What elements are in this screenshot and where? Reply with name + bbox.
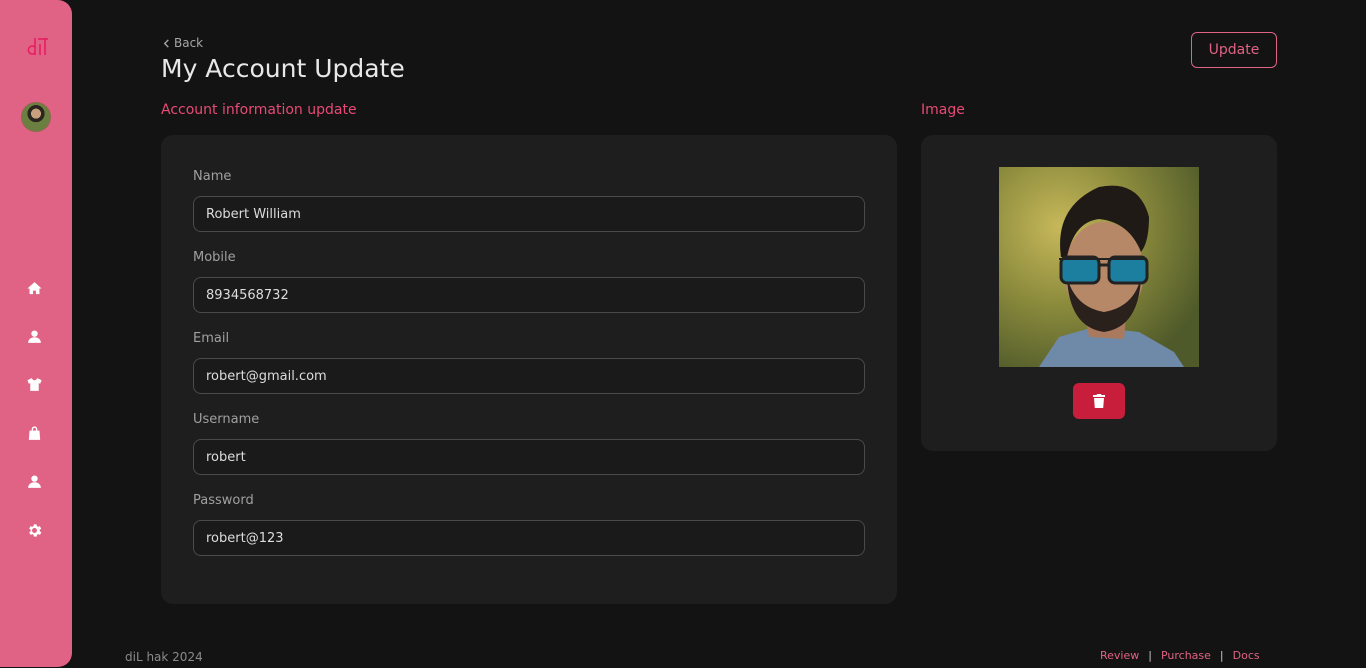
docs-link[interactable]: Docs bbox=[1233, 649, 1260, 662]
email-field[interactable] bbox=[193, 358, 865, 394]
user-icon[interactable] bbox=[24, 326, 44, 346]
purchase-link[interactable]: Purchase bbox=[1161, 649, 1211, 662]
delete-image-button[interactable] bbox=[1073, 383, 1125, 419]
back-link[interactable]: Back bbox=[163, 36, 203, 50]
username-label: Username bbox=[193, 412, 260, 427]
review-link[interactable]: Review bbox=[1100, 649, 1139, 662]
password-field[interactable] bbox=[193, 520, 865, 556]
username-field[interactable] bbox=[193, 439, 865, 475]
mobile-field[interactable] bbox=[193, 277, 865, 313]
mobile-label: Mobile bbox=[193, 250, 236, 265]
account-section-title: Account information update bbox=[161, 102, 357, 118]
brand-logo[interactable] bbox=[27, 33, 53, 59]
name-field[interactable] bbox=[193, 196, 865, 232]
footer-separator: | bbox=[1219, 649, 1224, 662]
chevron-left-icon bbox=[163, 38, 169, 48]
footer-links: Review | Purchase | Docs bbox=[1100, 649, 1260, 662]
home-icon[interactable] bbox=[24, 278, 44, 298]
logo-mark-icon bbox=[27, 38, 48, 55]
account-form-card: Name Mobile Email Username Password bbox=[161, 135, 897, 604]
image-card bbox=[921, 135, 1277, 451]
password-label: Password bbox=[193, 493, 254, 508]
email-label: Email bbox=[193, 331, 230, 346]
account-user-icon[interactable] bbox=[24, 471, 44, 491]
update-button[interactable]: Update bbox=[1191, 32, 1277, 68]
tshirt-icon[interactable] bbox=[24, 374, 44, 394]
avatar[interactable] bbox=[21, 102, 51, 132]
image-section-title: Image bbox=[921, 102, 965, 118]
gear-icon[interactable] bbox=[24, 520, 44, 540]
profile-photo bbox=[999, 167, 1199, 367]
trash-icon bbox=[1093, 394, 1105, 408]
shopping-bag-icon[interactable] bbox=[24, 423, 44, 443]
back-label: Back bbox=[174, 36, 204, 50]
footer-copyright: diL hak 2024 bbox=[125, 650, 203, 664]
page-title: My Account Update bbox=[161, 54, 405, 83]
sidebar bbox=[0, 0, 72, 667]
footer-separator: | bbox=[1148, 649, 1152, 662]
name-label: Name bbox=[193, 169, 232, 184]
